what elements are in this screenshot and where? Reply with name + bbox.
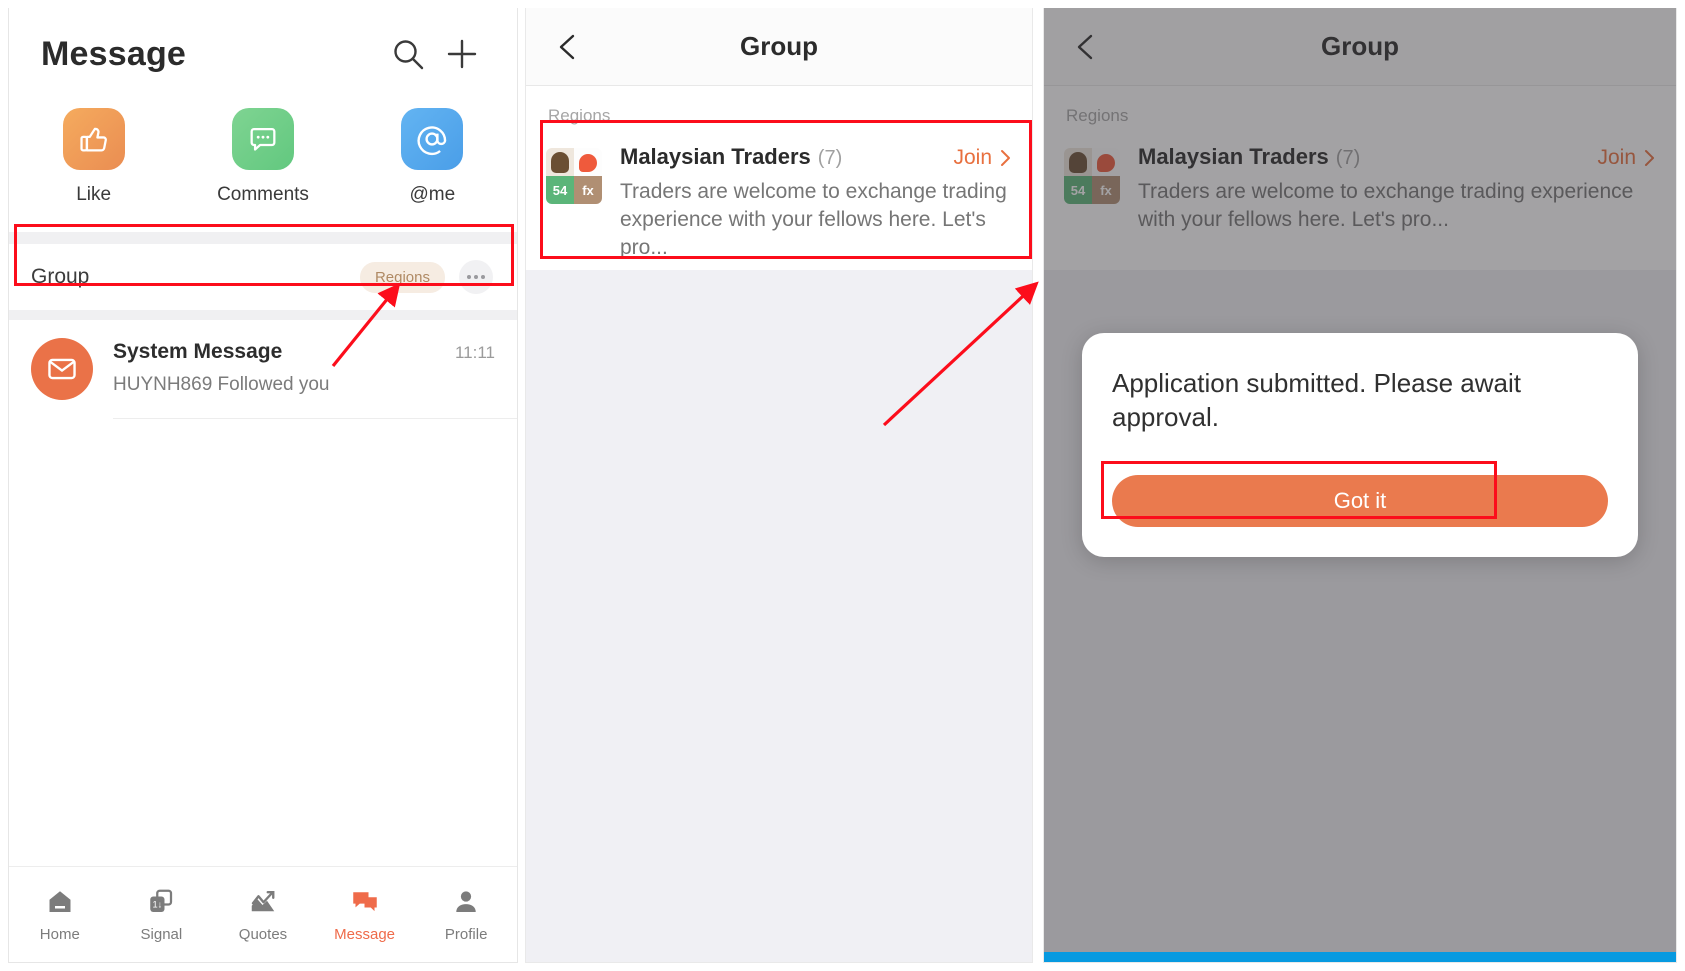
join-button[interactable]: Join [953, 146, 1012, 170]
shortcut-like[interactable]: Like [9, 108, 178, 206]
envelope-icon [31, 338, 93, 400]
chevron-left-icon[interactable] [548, 27, 588, 67]
nav-title: Group [740, 31, 818, 61]
message-list-screen: Message Like Comments @me Group Regions … [8, 8, 518, 963]
ellipsis-icon[interactable] [459, 260, 493, 294]
group-entry-label: Group [31, 265, 90, 288]
shortcut-label: Like [76, 184, 112, 205]
tab-label: Quotes [238, 925, 288, 943]
home-icon [49, 890, 71, 912]
avatar: 54 fx [546, 148, 602, 204]
chevron-right-icon [1001, 150, 1010, 166]
tab-label: Profile [444, 925, 488, 943]
signal-icon: 1↓ [150, 889, 173, 912]
application-submitted-dialog: Application submitted. Please await appr… [1082, 333, 1638, 557]
shortcut-label: @me [409, 184, 456, 205]
person-icon [456, 890, 476, 912]
at-sign-icon [401, 108, 464, 170]
svg-text:1↓: 1↓ [153, 899, 163, 909]
plus-icon[interactable] [435, 27, 489, 81]
tab-message[interactable]: Message [314, 887, 416, 943]
page-title: Message [41, 34, 187, 73]
list-item-preview: HUYNH869 Followed you [113, 374, 330, 395]
nav-bar: Group [526, 8, 1032, 86]
join-label: Join [953, 146, 992, 169]
section-label: Regions [526, 86, 1032, 138]
shortcut-label: Comments [217, 184, 309, 205]
group-member-count: (7) [817, 147, 843, 169]
list-item-title: System Message [113, 340, 283, 363]
group-list-screen: Group Regions 54 fx Malaysian Traders (7… [525, 8, 1033, 963]
list-item-time: 11:11 [454, 343, 495, 362]
got-it-button[interactable]: Got it [1112, 474, 1608, 527]
tab-home[interactable]: Home [9, 887, 111, 943]
group-list-dialog-screen: Group Regions 54 fx Malaysian Traders (7… [1043, 8, 1677, 963]
tab-signal[interactable]: 1↓ Signal [111, 887, 213, 943]
section-divider-2 [9, 310, 517, 320]
search-icon[interactable] [381, 27, 435, 81]
shortcut-atme[interactable]: @me [348, 108, 517, 206]
message-header: Message [9, 8, 517, 100]
section-divider [9, 232, 517, 244]
avatar-tile-1 [546, 148, 574, 176]
tab-label: Signal [140, 925, 183, 943]
dialog-message: Application submitted. Please await appr… [1112, 368, 1522, 432]
avatar-tile-4: fx [574, 176, 602, 204]
group-card[interactable]: 54 fx Malaysian Traders (7) Join Traders… [526, 138, 1032, 280]
tab-label: Message [334, 925, 396, 943]
list-item-body: System Message 11:11 HUYNH869 Followed y… [113, 338, 495, 396]
tab-label: Home [39, 925, 80, 943]
tab-profile[interactable]: Profile [415, 887, 517, 943]
bottom-blue-bar [1044, 952, 1676, 962]
empty-area [526, 270, 1032, 962]
screenshot-stage: Message Like Comments @me Group Regions … [0, 0, 1685, 971]
shortcut-row: Like Comments @me [9, 100, 517, 232]
shortcut-comments[interactable]: Comments [178, 108, 347, 206]
chart-icon [251, 890, 275, 911]
bottom-tabbar: Home 1↓ Signal Quotes Message Profile [9, 866, 517, 962]
group-card-body: Malaysian Traders (7) Join Traders are w… [620, 144, 1012, 262]
avatar-tile-2 [574, 148, 602, 176]
avatar-badge-1: 54 [552, 182, 568, 198]
list-item[interactable]: System Message 11:11 HUYNH869 Followed y… [9, 320, 517, 418]
group-description: Traders are welcome to exchange trading … [620, 180, 1007, 259]
group-name: Malaysian Traders [620, 144, 811, 169]
regions-badge[interactable]: Regions [359, 261, 445, 293]
avatar-badge-2: fx [582, 182, 594, 198]
list-divider [113, 418, 517, 419]
message-icon [352, 891, 377, 911]
tab-quotes[interactable]: Quotes [212, 887, 314, 943]
group-entry-row[interactable]: Group Regions [9, 244, 517, 310]
thumbs-up-icon [62, 108, 125, 170]
comment-icon [231, 108, 294, 170]
avatar-tile-3: 54 [546, 176, 574, 204]
